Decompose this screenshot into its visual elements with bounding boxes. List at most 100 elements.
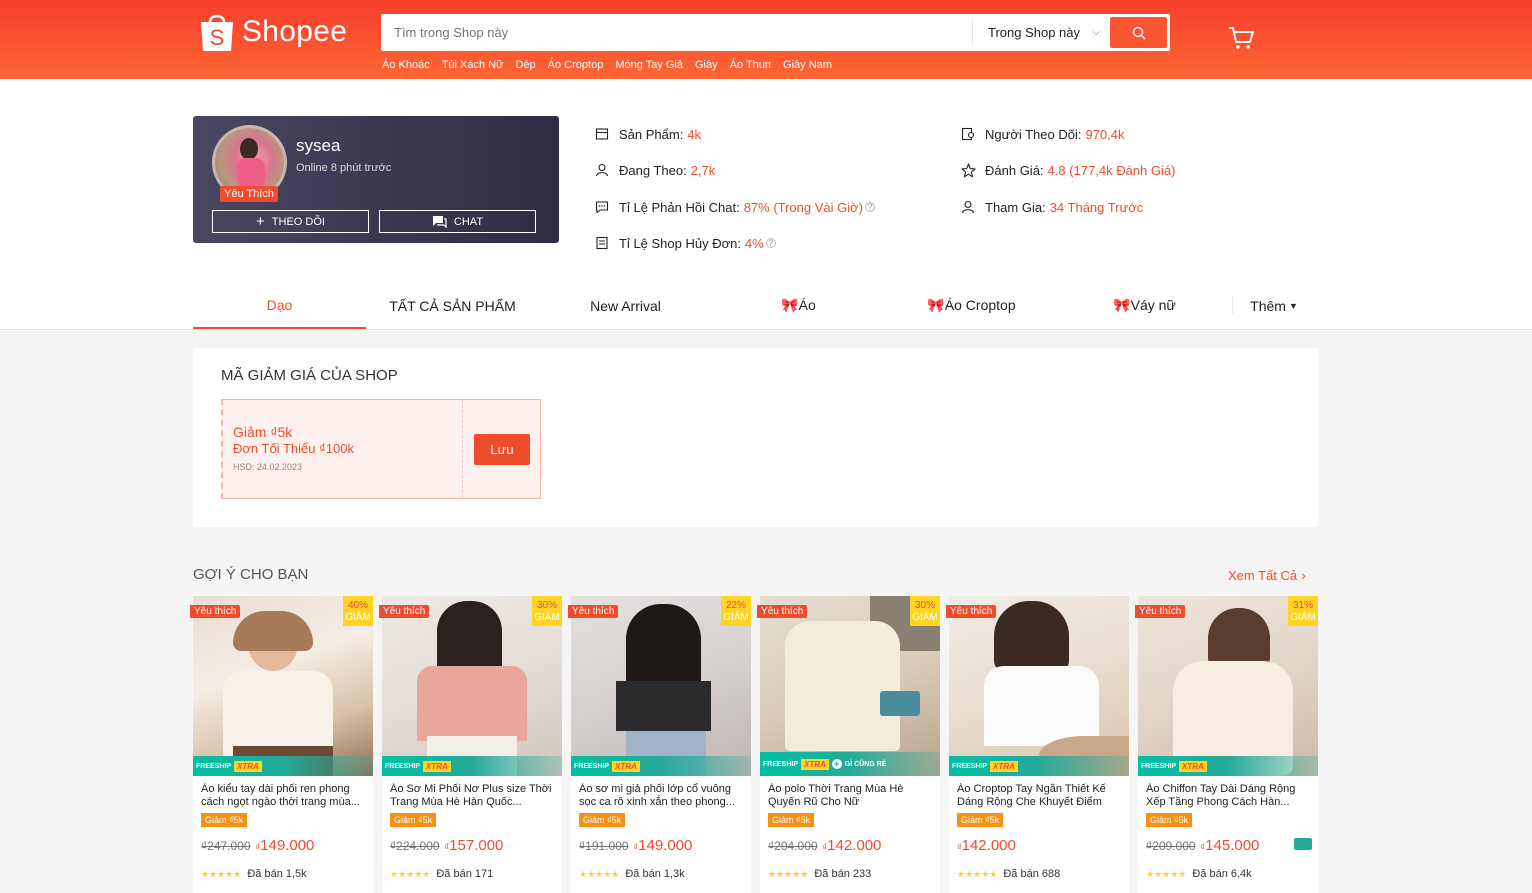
follow-label: THEO DÕI [271, 215, 325, 228]
voucher-expiry: HSD: 24.02.2023 [233, 462, 303, 472]
suggestion-link[interactable]: Giày Nam [783, 59, 832, 71]
cart-icon[interactable] [1228, 26, 1255, 55]
see-all-link[interactable]: Xem Tất Cả › [1228, 567, 1306, 583]
product-price: ₫142.000 [957, 837, 1016, 854]
product-card[interactable]: Yêu thích FREESHIP XTRA Áo Croptop Tay Ng… [946, 596, 1129, 893]
suggestion-link[interactable]: Giày [695, 59, 718, 71]
help-icon[interactable]: ? [865, 202, 875, 212]
stat-chat-rate: Tỉ Lệ Phản Hồi Chat: 87% (Trong Vài Giờ)? [594, 199, 875, 215]
tab-ao[interactable]: 🎀Áo [712, 282, 885, 329]
header: S Shopee Trong Shop này ⌵ Áo Khoác Túi X… [0, 0, 1532, 79]
shopping-bag-icon: S [198, 11, 236, 53]
search-scope-label: Trong Shop này [988, 25, 1081, 40]
fav-badge: Yêu thích [568, 605, 619, 618]
order-icon [594, 235, 610, 251]
freeship-badge: FREESHIP XTRA + GÌ CŨNG RẺ [760, 752, 940, 776]
stars-icon: ★★★★★ [201, 868, 242, 879]
discount-badge: 30% GIẢM [532, 596, 562, 626]
tab-more[interactable]: Thêm ▼ [1239, 282, 1309, 329]
discount-badge: 31% GIẢM [1288, 596, 1318, 626]
voucher-amount: Giảm ₫5k [233, 424, 293, 440]
online-status: Online 8 phút trước [296, 162, 392, 174]
stars-icon: ★★★★★ [957, 868, 998, 879]
tab-dao[interactable]: Dạo [193, 282, 366, 329]
suggestion-link[interactable]: Móng Tay Giả [615, 59, 683, 71]
shopee-logo[interactable]: S Shopee [198, 11, 347, 53]
caret-down-icon: ▼ [1288, 300, 1298, 311]
chat-icon [432, 216, 447, 228]
sold-count: Đã bán 1,5k [247, 868, 307, 880]
product-rating: ★★★★★ Đã bán 233 [768, 868, 871, 880]
stars-icon: ★★★★★ [579, 868, 620, 879]
product-price: ₫209.000 ₫145.000 [1146, 837, 1260, 854]
product-rating: ★★★★★ Đã bán 6,4k [1146, 868, 1252, 880]
product-image[interactable] [949, 596, 1129, 776]
fav-badge: Yêu thích [379, 605, 430, 618]
chat-label: CHAT [453, 215, 484, 228]
search-input[interactable] [381, 15, 972, 50]
fast-delivery-icon [1294, 838, 1312, 850]
save-voucher-button[interactable]: Lưu [474, 434, 530, 465]
sold-count: Đã bán 171 [436, 868, 494, 880]
shop-tabs: Dạo TẤT CẢ SẢN PHẨM New Arrival 🎀Áo 🎀Áo … [193, 282, 1318, 329]
product-rating: ★★★★★ Đã bán 1,5k [201, 868, 307, 880]
stat-cancel-rate: Tỉ Lệ Shop Hủy Đơn: 4%? [594, 235, 776, 251]
shop-discount-tag: Giảm ₫5k [957, 813, 1004, 827]
sold-count: Đã bán 1,3k [625, 868, 685, 880]
shop-card: Yêu Thích sysea Online 8 phút trước + TH… [193, 116, 559, 243]
product-rating: ★★★★★ Đã bán 688 [957, 868, 1060, 880]
voucher-min-order: Đơn Tối Thiểu ₫100k [233, 441, 354, 456]
stat-products: Sản Phẩm: 4k [594, 126, 701, 142]
sold-count: Đã bán 688 [1003, 868, 1061, 880]
help-icon[interactable]: ? [765, 238, 776, 248]
freeship-badge: FREESHIP XTRA [1138, 756, 1318, 776]
plus-icon: + [256, 213, 265, 230]
shop-vouchers: MÃ GIẢM GIÁ CỦA SHOP Giảm ₫5k Đơn Tối Th… [193, 348, 1318, 527]
voucher-divider [462, 400, 463, 498]
product-name: Áo kiểu tay dài phối ren phong cách ngọt… [201, 783, 360, 808]
follow-button[interactable]: + THEO DÕI [212, 210, 369, 233]
stat-rating: Đánh Giá: 4.8 (177,4k Đánh Giá) [960, 162, 1175, 178]
sold-count: Đã bán 6,4k [1192, 868, 1252, 880]
chevron-down-icon: ⌵ [1092, 27, 1100, 38]
fav-badge: Yêu thích [1135, 605, 1186, 618]
stat-following: Đang Theo: 2,7k [594, 162, 715, 178]
product-card[interactable]: Yêu thích 30% GIẢM FREESHIP XTRA + GÌ CŨNG R… [757, 596, 940, 893]
tab-vay-nu[interactable]: 🎀Váy nữ [1058, 282, 1231, 329]
search-icon [1132, 26, 1145, 39]
suggestion-link[interactable]: Áo Khoác [382, 59, 430, 71]
search-bar: Trong Shop này ⌵ [381, 14, 1170, 51]
product-card[interactable]: Yêu thích 22% GIẢM FREESHIP XTRA Áo sơ mi … [568, 596, 751, 893]
freeship-badge: FREESHIP XTRA [571, 756, 751, 776]
suggestion-link[interactable]: Áo Croptop [548, 59, 604, 71]
search-button[interactable] [1110, 17, 1167, 48]
search-scope-dropdown[interactable]: Trong Shop này ⌵ [972, 19, 1110, 46]
product-card[interactable]: Yêu thích 30% GIẢM FREESHIP XTRA Áo Sơ Mi … [379, 596, 562, 893]
stat-joined: Tham Gia: 34 Tháng Trước [960, 199, 1143, 215]
chevron-right-icon: › [1301, 567, 1306, 583]
suggestion-link[interactable]: Túi Xách Nữ [442, 59, 504, 71]
suggestion-link[interactable]: Áo Thun [730, 59, 771, 71]
tab-all-products[interactable]: TẤT CẢ SẢN PHẨM [366, 282, 539, 329]
product-rating: ★★★★★ Đã bán 171 [390, 868, 493, 880]
fav-badge: Yêu thích [946, 605, 997, 618]
tab-ao-croptop[interactable]: 🎀Áo Croptop [885, 282, 1058, 329]
product-price: ₫204.000 ₫142.000 [768, 837, 882, 854]
chat-button[interactable]: CHAT [379, 210, 536, 233]
product-card[interactable]: Yêu thích 40% GIẢM FREESHIP XTRA Áo kiểu t… [190, 596, 373, 893]
discount-badge: 22% GIẢM [721, 596, 751, 626]
followers-icon [960, 126, 976, 142]
shop-discount-tag: Giảm ₫5k [768, 813, 815, 827]
product-name: Áo polo Thời Trang Mùa Hè Quyến Rũ Cho N… [768, 783, 904, 808]
product-card[interactable]: Yêu thích 31% GIẢM FREESHIP XTRA Áo Chiffo… [1135, 596, 1318, 893]
product-name: Áo Sơ Mi Phối Nơ Plus size Thời Trang Mù… [390, 783, 552, 808]
product-price: ₫247.000 ₫149.000 [201, 837, 315, 854]
product-rating: ★★★★★ Đã bán 1,3k [579, 868, 685, 880]
user-icon [594, 162, 610, 178]
shop-name: sysea [296, 136, 341, 155]
stars-icon: ★★★★★ [390, 868, 431, 879]
tab-new-arrival[interactable]: New Arrival [539, 282, 712, 329]
suggestion-link[interactable]: Dép [515, 59, 535, 71]
stars-icon: ★★★★★ [1146, 868, 1187, 879]
shop-discount-tag: Giảm ₫5k [201, 813, 248, 827]
